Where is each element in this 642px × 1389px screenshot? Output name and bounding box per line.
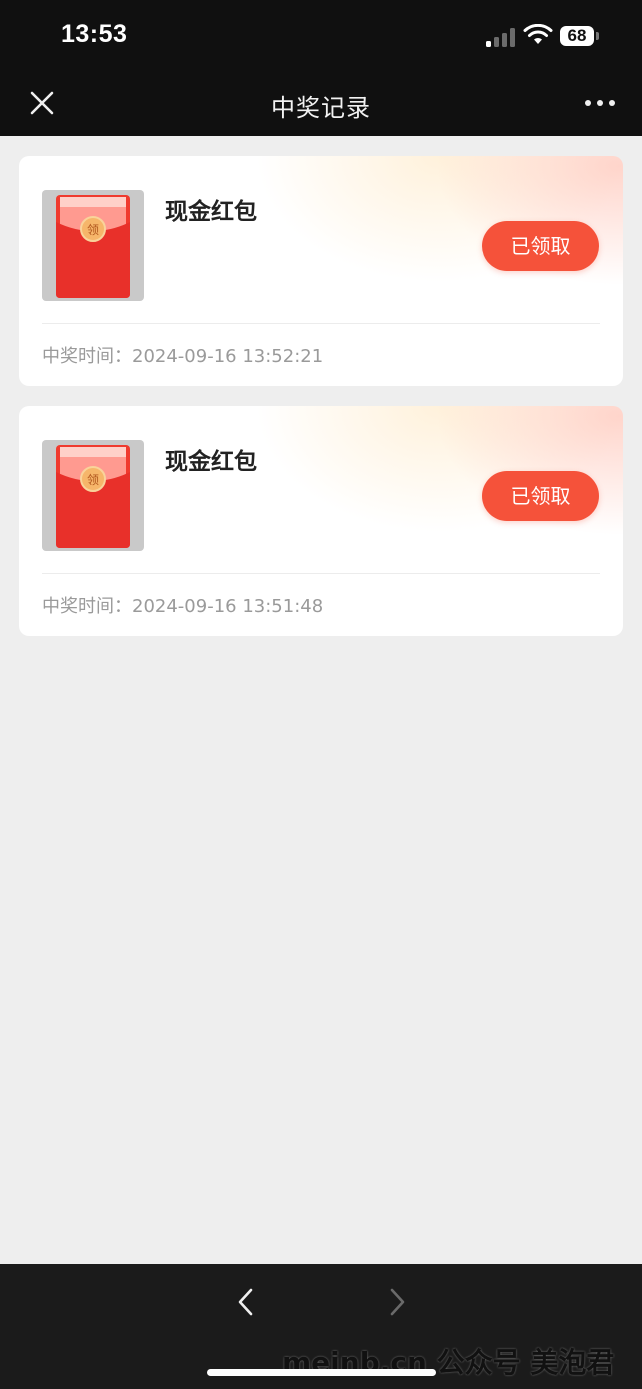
red-packet-icon: 领 (56, 445, 130, 548)
record-card: 领 现金红包 已领取 中奖时间：2024-09-16 13:51:48 (19, 406, 623, 636)
red-packet-image: 领 (42, 190, 144, 301)
chevron-left-icon[interactable] (232, 1284, 260, 1320)
win-time: 中奖时间：2024-09-16 13:52:21 (42, 342, 323, 368)
divider (42, 323, 600, 324)
battery-icon: 68 (560, 26, 594, 46)
red-packet-icon: 领 (56, 195, 130, 298)
win-time-value: 2024-09-16 13:52:21 (132, 346, 324, 367)
wifi-icon (523, 24, 553, 44)
signal-icon (486, 27, 516, 47)
win-time-label: 中奖时间： (42, 346, 132, 367)
win-time: 中奖时间：2024-09-16 13:51:48 (42, 592, 323, 618)
nav-bar: 中奖记录 (0, 72, 642, 136)
red-packet-image: 领 (42, 440, 144, 551)
chevron-right-icon[interactable] (383, 1284, 411, 1320)
status-time: 13:53 (61, 20, 128, 48)
record-card: 领 现金红包 已领取 中奖时间：2024-09-16 13:52:21 (19, 156, 623, 386)
claimed-button[interactable]: 已领取 (482, 471, 599, 521)
win-time-label: 中奖时间： (42, 596, 132, 617)
more-icon[interactable] (582, 92, 618, 114)
divider (42, 573, 600, 574)
prize-title: 现金红包 (165, 199, 257, 225)
home-indicator (207, 1369, 436, 1376)
packet-badge: 领 (87, 223, 99, 237)
page-title: 中奖记录 (271, 94, 371, 122)
win-time-value: 2024-09-16 13:51:48 (132, 596, 324, 617)
status-bar: 13:53 68 (0, 0, 642, 72)
prize-title: 现金红包 (165, 449, 257, 475)
claimed-button[interactable]: 已领取 (482, 221, 599, 271)
battery-nub (596, 32, 599, 40)
packet-badge: 领 (87, 473, 99, 487)
